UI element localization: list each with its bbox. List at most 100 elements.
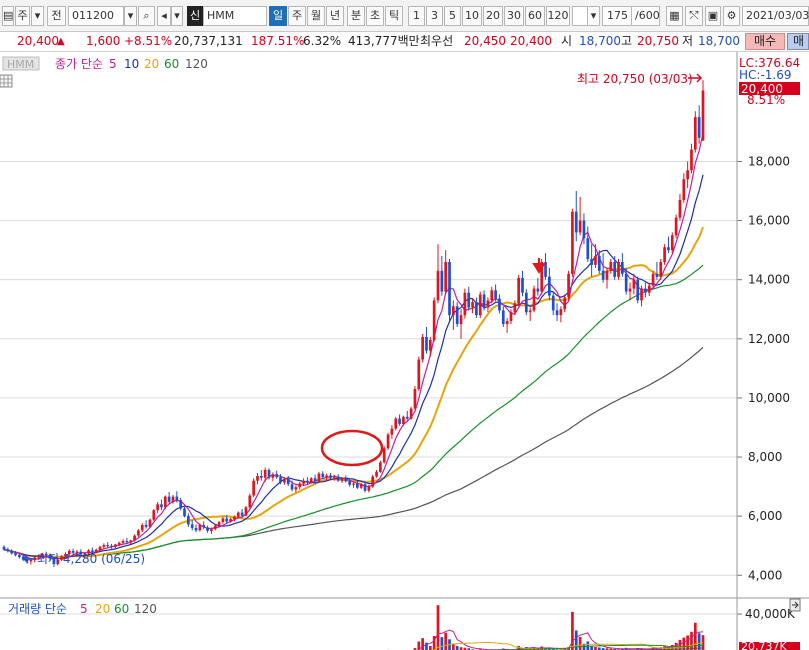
candle-body [463,292,467,316]
code-type-button[interactable]: 전 [47,6,66,26]
candle-body [601,270,605,280]
candle-body [490,290,494,301]
candle-body [348,481,352,485]
candle-body [344,478,348,482]
candle-body [617,262,620,277]
candle-body [114,544,117,547]
high-price: 20,750 [637,34,679,48]
save-icon[interactable]: ▣ [705,6,721,26]
price-axis-label: 6,000 [748,509,782,523]
candle-body [440,270,444,292]
speaker-icon[interactable]: ◂ [157,6,171,26]
candle-body [390,428,394,435]
candle-body [425,337,428,351]
period-minute-tab[interactable]: 분 [347,6,365,26]
volume-ratio: 187.51% [251,34,305,48]
interval-10-button[interactable]: 10 [462,6,482,26]
candle-body [248,495,252,508]
sell-button[interactable]: 매 [787,33,809,50]
candle-body [110,545,113,547]
legend-ma120: 120 [185,57,208,71]
legend-name-text: HMM [7,58,34,71]
interval-3-button[interactable]: 3 [426,6,443,26]
volume-bar [440,637,444,650]
interval-5-button[interactable]: 5 [444,6,461,26]
stock-code-input[interactable]: 011200 [68,6,124,26]
trade-amount: 413,777백만 [348,34,420,48]
candle-body [267,470,271,478]
candle-body [144,525,148,527]
stock-chart[interactable]: 4,000 6,000 8,000 10,000 12,000 14,000 16,000 1… [0,52,809,650]
period-year-tab[interactable]: 년 [326,6,344,26]
interval-dropdown-icon[interactable]: ▾ [587,6,600,26]
candle-body [210,529,213,531]
search-icon[interactable]: ⌕ [138,6,155,26]
interval-120-button[interactable]: 120 [546,6,570,26]
best-quote-label: 최우선 [420,34,454,48]
candle-body [190,524,194,528]
interval-30-button[interactable]: 30 [504,6,524,26]
period-day-tab[interactable]: 일 [269,6,287,26]
period-second-tab[interactable]: 초 [366,6,384,26]
price-change-pct: +8.51% [124,34,173,48]
candle-body [18,554,21,557]
candle-body [336,476,340,481]
candle-body [286,478,290,485]
candle-body [367,486,371,491]
interval-60-button[interactable]: 60 [525,6,545,26]
candle-body [609,262,613,271]
candle-body [217,522,221,526]
low-annotation-text: 최저 4,280 (06/25) [37,552,145,566]
candle-body [509,312,513,322]
candle-body [125,541,129,543]
indicator-icon[interactable]: ▦ [666,6,683,26]
legend-ma10: 10 [124,57,139,71]
stock-name-field[interactable]: HMM [203,6,267,26]
date-field[interactable]: 2021/03/03 [742,6,809,26]
gear-icon[interactable]: ⚙ [723,6,740,26]
price-change: 1,600 [86,34,121,48]
buy-button[interactable]: 매수 [745,33,785,50]
candle-body [628,288,632,292]
candle-body [10,550,14,554]
market-dropdown-icon[interactable]: ▾ [31,6,44,26]
candle-body [555,310,559,316]
candle-body [690,149,693,171]
interval-20-button[interactable]: 20 [483,6,503,26]
candle-body [701,90,705,141]
candle-body [578,220,582,233]
price-pane: 4,000 6,000 8,000 10,000 12,000 14,000 16,000 1… [0,52,800,597]
code-dropdown-icon[interactable]: ▾ [124,6,137,26]
grid-toggle-icon[interactable] [0,74,13,88]
period-month-tab[interactable]: 월 [307,6,325,26]
candle-body [263,470,267,478]
market-select[interactable]: 주 [15,6,30,26]
candle-body [467,292,471,308]
legend-ma20: 20 [144,57,159,71]
candle-body [494,290,497,299]
period-tick-tab[interactable]: 틱 [385,6,403,26]
range-count-input[interactable]: 175 [602,6,632,26]
candle-body [302,480,305,484]
volume-last-value: 20,737K [741,640,787,650]
volume-value: 20,737,131 [174,34,243,48]
legend-ma-label: 종가 단순 [55,57,103,71]
compare-icon[interactable]: ⤲ [685,6,703,26]
interval-1-button[interactable]: 1 [408,6,425,26]
candle-body [313,478,317,482]
candle-body [417,359,421,390]
volume-bar [586,641,590,650]
high-label: 고 [621,34,633,48]
candle-body [605,270,609,280]
candle-body [452,306,455,316]
candle-body [325,475,328,478]
candle-body [233,516,236,520]
period-week-tab[interactable]: 주 [288,6,306,26]
candle-body [332,476,336,478]
candle-body [428,340,432,351]
speaker-dropdown-icon[interactable]: ▾ [171,6,183,26]
volume-bar [697,633,701,650]
candle-body [613,262,617,277]
candle-body [179,500,183,509]
window-menu-icon[interactable]: ▤ [2,6,14,26]
